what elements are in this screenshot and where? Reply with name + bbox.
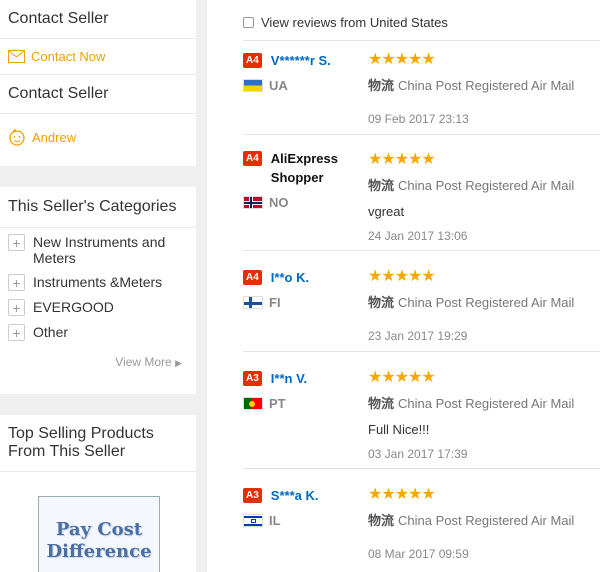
category-item[interactable]: + Other — [8, 324, 188, 341]
filter-checkbox[interactable] — [243, 16, 254, 28]
buyer-country: UA — [269, 78, 288, 93]
plus-icon[interactable]: + — [8, 324, 25, 341]
plus-icon[interactable]: + — [8, 234, 25, 251]
buyer-country: NO — [269, 195, 289, 210]
buyer-level-badge: A3 — [243, 371, 262, 386]
flag-icon — [243, 296, 263, 309]
buyer-level-badge: A3 — [243, 488, 262, 503]
country-filter[interactable]: View reviews from United States — [207, 0, 600, 34]
star-rating: ★★★★★ — [368, 486, 436, 503]
buyer-level-badge: A4 — [243, 151, 262, 166]
contact-seller-card: Contact Seller Contact Now Contact Selle… — [0, 0, 196, 166]
review-item: A4 AliExpress Shopper NO ★★★★★ 物流 China Po… — [243, 134, 600, 250]
review-date: 09 Feb 2017 23:13 — [368, 112, 469, 126]
contact-seller-title-2: Contact Seller — [0, 75, 196, 114]
category-item[interactable]: + New Instruments and Meters — [8, 234, 188, 266]
flag-icon — [243, 79, 263, 92]
buyer-level-badge: A4 — [243, 53, 262, 68]
buyer-name[interactable]: AliExpress Shopper — [271, 149, 363, 187]
logistics-info: 物流 China Post Registered Air Mail — [368, 396, 575, 411]
logistics-info: 物流 China Post Registered Air Mail — [368, 78, 575, 93]
review-date: 03 Jan 2017 17:39 — [368, 447, 468, 461]
review-date: 24 Jan 2017 13:06 — [368, 229, 468, 243]
plus-icon[interactable]: + — [8, 299, 25, 316]
product-thumbnail[interactable]: Pay Cost Difference — [38, 496, 160, 572]
review-item: A3 S***a K. IL ★★★★★ 物流 China Post Registe… — [243, 468, 600, 572]
star-rating: ★★★★★ — [368, 51, 436, 68]
top-selling-title: Top Selling Products From This Seller — [0, 415, 196, 472]
buyer-level-badge: A4 — [243, 270, 262, 285]
buyer-name[interactable]: V******r S. — [271, 51, 331, 70]
seller-name: Andrew — [32, 129, 77, 145]
review-item: A4 I**o K. FI ★★★★★ 物流 China Post Register… — [243, 250, 600, 351]
reviews-panel: View reviews from United States A4 V*****… — [207, 0, 600, 572]
logistics-info: 物流 China Post Registered Air Mail — [368, 295, 575, 310]
category-item[interactable]: + EVERGOOD — [8, 299, 188, 316]
category-item[interactable]: + Instruments &Meters — [8, 274, 188, 291]
product-thumbnail-text: Pay Cost Difference — [46, 519, 152, 562]
category-list: + New Instruments and Meters + Instruments… — [0, 228, 196, 353]
buyer-name[interactable]: S***a K. — [271, 486, 319, 505]
plus-icon[interactable]: + — [8, 274, 25, 291]
star-rating: ★★★★★ — [368, 369, 436, 386]
buyer-country: FI — [269, 295, 281, 310]
categories-card: This Seller's Categories + New Instrument… — [0, 187, 196, 394]
contact-now-link[interactable]: Contact Now — [0, 39, 196, 75]
review-date: 23 Jan 2017 19:29 — [368, 329, 468, 343]
buyer-country: IL — [269, 513, 281, 528]
filter-label: View reviews from United States — [261, 14, 448, 30]
buyer-name[interactable]: I**n V. — [271, 369, 307, 388]
buyer-name[interactable]: I**o K. — [271, 268, 309, 287]
buyer-country: PT — [269, 396, 286, 411]
review-date: 08 Mar 2017 09:59 — [368, 547, 469, 561]
view-more-link[interactable]: View More ▶ — [0, 353, 196, 377]
contact-now-label: Contact Now — [31, 49, 106, 64]
review-text: vgreat — [368, 204, 405, 219]
seller-avatar-icon — [8, 128, 26, 146]
star-rating: ★★★★★ — [368, 151, 436, 168]
flag-icon — [243, 397, 263, 410]
top-selling-card: Top Selling Products From This Seller Pa… — [0, 415, 196, 572]
flag-icon — [243, 514, 263, 527]
flag-icon — [243, 196, 263, 209]
review-text: Full Nice!!! — [368, 422, 430, 437]
seller-name-link[interactable]: Andrew — [0, 114, 196, 156]
categories-title: This Seller's Categories — [0, 187, 196, 228]
contact-seller-title: Contact Seller — [0, 0, 196, 39]
review-item: A4 V******r S. UA ★★★★★ 物流 China Post Regi… — [243, 40, 600, 134]
logistics-info: 物流 China Post Registered Air Mail — [368, 178, 575, 193]
review-item: A3 I**n V. PT ★★★★★ 物流 China Post Register… — [243, 351, 600, 468]
logistics-info: 物流 China Post Registered Air Mail — [368, 513, 575, 528]
caret-right-icon: ▶ — [175, 358, 182, 368]
star-rating: ★★★★★ — [368, 268, 436, 285]
envelope-icon — [8, 50, 25, 63]
